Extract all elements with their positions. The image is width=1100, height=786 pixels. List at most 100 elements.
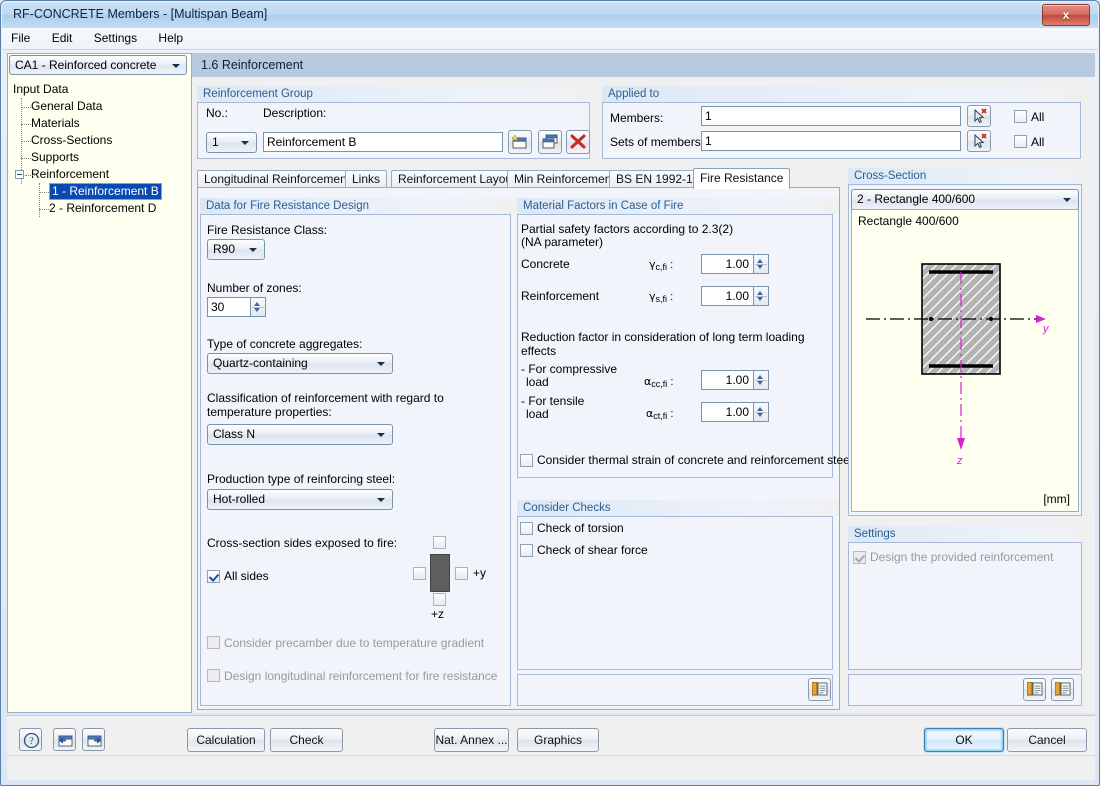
concrete-factor-stepper[interactable] [754, 254, 769, 274]
fire-class-label: Fire Resistance Class: [207, 223, 328, 237]
chevron-down-icon [241, 141, 249, 145]
number-of-zones-input[interactable]: 30 [207, 297, 251, 317]
compressive-label-line1: - For compressive [521, 362, 618, 376]
tensile-factor-input[interactable]: 1.00 [701, 402, 754, 422]
copy-reinforcement-group-button[interactable] [538, 130, 562, 154]
number-of-zones-stepper[interactable] [251, 297, 266, 317]
tree-item-reinforcement-2[interactable]: 2 - Reinforcement D [11, 200, 186, 217]
reinforcement-group-no-combo[interactable]: 1 [206, 132, 257, 153]
tab-min-reinforcement[interactable]: Min Reinforcement [507, 170, 622, 188]
tree-item-label: 2 - Reinforcement D [49, 201, 157, 215]
tree-item-materials[interactable]: Materials [11, 115, 186, 132]
sets-of-members-label: Sets of members: [610, 135, 705, 149]
reduction-factor-line2: effects [521, 344, 557, 358]
fire-class-combo[interactable]: R90 [207, 239, 265, 260]
tree-item-input-data[interactable]: Input Data [11, 81, 186, 98]
all-sides-checkbox[interactable] [207, 570, 220, 583]
menu-item-settings[interactable]: Settings [85, 28, 146, 48]
precamber-checkbox[interactable] [207, 636, 220, 649]
window-title: RF-CONCRETE Members - [Multispan Beam] [13, 7, 268, 21]
tensile-label-line1: - For tensile [521, 394, 585, 408]
fire-class-value: R90 [213, 242, 236, 256]
graphics-button[interactable]: Graphics [517, 728, 599, 752]
consider-checks-title: Consider Checks [517, 500, 839, 516]
tab-longitudinal-reinforcement[interactable]: Longitudinal Reinforcement [197, 170, 358, 188]
tensile-factor-stepper[interactable] [754, 402, 769, 422]
tab-strip: Longitudinal Reinforcement Links Reinfor… [197, 168, 837, 189]
details-button-b[interactable] [1051, 678, 1074, 701]
cancel-button[interactable]: Cancel [1007, 728, 1087, 752]
tensile-label-line2: load [526, 407, 549, 421]
classification-label-line2: temperature properties: [207, 405, 332, 419]
check-of-shear-force-checkbox[interactable] [520, 544, 533, 557]
nat-annex-button[interactable]: Nat. Annex ... [434, 728, 509, 752]
aggregates-label: Type of concrete aggregates: [207, 337, 363, 351]
details-button-a[interactable] [1023, 678, 1046, 701]
tree-item-reinforcement[interactable]: Reinforcement [11, 166, 186, 183]
navigator-tree: Input Data General Data Materials Cross-… [11, 81, 186, 217]
aggregates-combo[interactable]: Quartz-containing [207, 353, 393, 374]
ok-button[interactable]: OK [924, 728, 1004, 752]
details-button-main[interactable] [808, 678, 831, 701]
delete-reinforcement-group-button[interactable] [566, 130, 590, 154]
production-type-combo[interactable]: Hot-rolled [207, 489, 393, 510]
design-longitudinal-checkbox[interactable] [207, 669, 220, 682]
next-button[interactable] [82, 728, 105, 751]
design-provided-reinforcement-checkbox[interactable] [853, 551, 866, 564]
check-button[interactable]: Check [270, 728, 343, 752]
production-type-label: Production type of reinforcing steel: [207, 472, 396, 486]
svg-text:z: z [956, 455, 963, 467]
calculation-button[interactable]: Calculation [187, 728, 265, 752]
reinforcement-factor-stepper[interactable] [754, 286, 769, 306]
tree-item-general-data[interactable]: General Data [11, 98, 186, 115]
members-all-label: All [1031, 110, 1045, 124]
tree-item-cross-sections[interactable]: Cross-Sections [11, 132, 186, 149]
members-all-checkbox[interactable] [1014, 110, 1027, 123]
expose-right-checkbox[interactable] [455, 567, 468, 580]
tree-item-reinforcement-1[interactable]: 1 - Reinforcement B [11, 183, 186, 200]
svg-text:y: y [1042, 323, 1050, 335]
previous-button[interactable] [53, 728, 76, 751]
expose-left-checkbox[interactable] [413, 567, 426, 580]
members-input[interactable]: 1 [701, 106, 961, 126]
close-button[interactable]: x [1042, 4, 1090, 26]
menu-item-edit[interactable]: Edit [43, 28, 82, 48]
tab-links[interactable]: Links [345, 170, 388, 188]
expander-icon[interactable] [15, 170, 24, 179]
classification-value: Class N [213, 427, 256, 441]
thermal-strain-checkbox[interactable] [520, 454, 533, 467]
reinforcement-factor-input[interactable]: 1.00 [701, 286, 754, 306]
expose-bottom-checkbox[interactable] [433, 593, 446, 606]
sets-all-checkbox[interactable] [1014, 135, 1027, 148]
tree-item-supports[interactable]: Supports [11, 149, 186, 166]
pick-members-button[interactable] [967, 105, 991, 127]
close-icon: x [1062, 8, 1070, 22]
classification-combo[interactable]: Class N [207, 424, 393, 445]
new-reinforcement-group-button[interactable] [508, 130, 532, 154]
compressive-factor-stepper[interactable] [754, 370, 769, 390]
design-case-combo[interactable]: CA1 - Reinforced concrete desi [9, 55, 187, 75]
reinforcement-factor-label: Reinforcement [521, 289, 600, 303]
pick-sets-button[interactable] [967, 130, 991, 152]
compressive-factor-input[interactable]: 1.00 [701, 370, 754, 390]
cross-section-viewport[interactable]: Rectangle 400/600 y z [mm] [851, 209, 1079, 512]
sets-of-members-input[interactable]: 1 [701, 131, 961, 151]
chevron-down-icon [249, 248, 257, 252]
menu-item-help[interactable]: Help [149, 28, 192, 48]
menu-item-file[interactable]: File [2, 28, 39, 48]
page-title: 1.6 Reinforcement [201, 58, 304, 72]
tab-fire-resistance[interactable]: Fire Resistance [693, 168, 791, 189]
check-of-torsion-checkbox[interactable] [520, 522, 533, 535]
description-label: Description: [263, 106, 327, 120]
tree-item-label: Reinforcement [31, 167, 110, 181]
cross-section-combo[interactable]: 2 - Rectangle 400/600 [851, 189, 1079, 210]
concrete-factor-input[interactable]: 1.00 [701, 254, 754, 274]
description-input[interactable]: Reinforcement B [263, 132, 503, 152]
tab-reinforcement-layout[interactable]: Reinforcement Layout [391, 170, 523, 188]
all-sides-label: All sides [224, 569, 269, 583]
help-button[interactable]: ? [19, 728, 42, 751]
partial-safety-line2: (NA parameter) [521, 235, 604, 249]
reinforcement-group-title: Reinforcement Group [197, 86, 596, 102]
status-bar [7, 755, 1095, 780]
expose-top-checkbox[interactable] [433, 536, 446, 549]
